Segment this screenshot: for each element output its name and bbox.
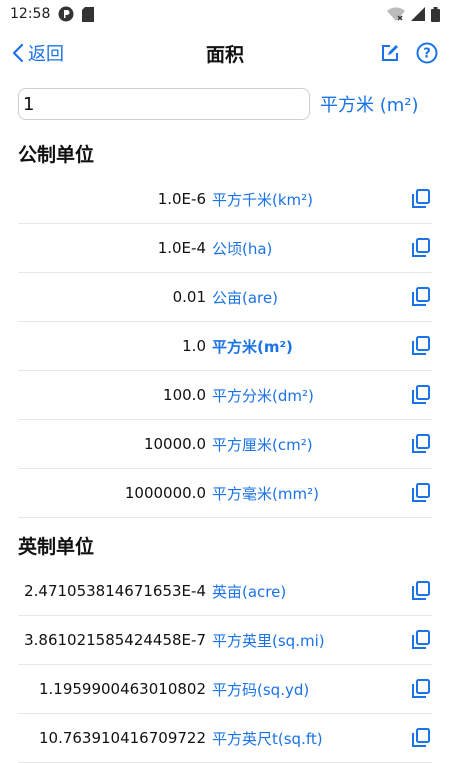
table-row: 2.471053814671653E-4 英亩(acre) (18, 567, 432, 616)
value-input[interactable] (18, 88, 310, 120)
copy-icon[interactable] (410, 727, 432, 749)
row-value: 1.0E-6 (157, 190, 206, 208)
back-button[interactable]: 返回 (12, 40, 64, 66)
row-unit[interactable]: 平方厘米(cm²) (212, 434, 313, 455)
section-title-imperial: 英制单位 (18, 536, 95, 558)
row-unit[interactable]: 公顷(ha) (212, 238, 272, 259)
copy-icon[interactable] (410, 433, 432, 455)
row-value: 3.861021585424458E-7 (24, 631, 206, 649)
app-header: 返回 面积 ? (0, 28, 450, 78)
input-row: 平方米 (m²) (0, 78, 450, 126)
metric-unit-list: 1.0E-6 平方千米(km²) 1.0E-4 公顷(ha) 0.01 公亩(a… (18, 175, 432, 518)
table-row: 3.861021585424458E-7 平方英里(sq.mi) (18, 616, 432, 665)
copy-icon[interactable] (410, 629, 432, 651)
copy-icon[interactable] (410, 286, 432, 308)
row-unit[interactable]: 平方英尺t(sq.ft) (212, 728, 323, 749)
chevron-left-icon (12, 43, 24, 63)
row-value: 1.0 (182, 337, 206, 355)
row-unit[interactable]: 英亩(acre) (212, 581, 286, 602)
table-row: 1.1959900463010802 平方码(sq.yd) (18, 665, 432, 714)
table-row: 1.0E-6 平方千米(km²) (18, 175, 432, 224)
table-row: 1000000.0 平方毫米(mm²) (18, 469, 432, 518)
row-value: 1000000.0 (124, 484, 206, 502)
row-value: 10.763910416709722 (38, 729, 206, 747)
svg-text:?: ? (423, 47, 431, 62)
row-value: 2.471053814671653E-4 (24, 582, 206, 600)
row-unit[interactable]: 平方英里(sq.mi) (212, 630, 325, 651)
battery-icon (431, 6, 440, 22)
imperial-unit-list: 2.471053814671653E-4 英亩(acre) 3.86102158… (18, 567, 432, 763)
copy-icon[interactable] (410, 580, 432, 602)
status-bar: 12:58 (0, 0, 450, 28)
wifi-off-icon (387, 7, 405, 21)
copy-icon[interactable] (410, 384, 432, 406)
row-unit[interactable]: 平方码(sq.yd) (212, 679, 309, 700)
table-row: 10.763910416709722 平方英尺t(sq.ft) (18, 714, 432, 763)
table-row: 0.01 公亩(are) (18, 273, 432, 322)
table-row-current: 1.0 平方米(m²) (18, 322, 432, 371)
copy-icon[interactable] (410, 237, 432, 259)
row-value: 0.01 (172, 288, 206, 306)
row-unit[interactable]: 平方分米(dm²) (212, 385, 314, 406)
row-unit[interactable]: 平方米(m²) (212, 336, 293, 357)
input-unit-label[interactable]: 平方米 (m²) (320, 91, 419, 117)
row-value: 1.1959900463010802 (38, 680, 206, 698)
copy-icon[interactable] (410, 678, 432, 700)
row-unit[interactable]: 平方毫米(mm²) (212, 483, 319, 504)
copy-icon[interactable] (410, 482, 432, 504)
row-value: 1.0E-4 (157, 239, 206, 257)
edit-icon[interactable] (380, 43, 400, 63)
help-icon[interactable]: ? (416, 42, 438, 64)
table-row: 10000.0 平方厘米(cm²) (18, 420, 432, 469)
row-unit[interactable]: 平方千米(km²) (212, 189, 313, 210)
row-value: 100.0 (163, 386, 206, 404)
sd-card-icon (82, 6, 95, 22)
table-row: 100.0 平方分米(dm²) (18, 371, 432, 420)
back-label: 返回 (28, 44, 64, 65)
copy-icon[interactable] (410, 188, 432, 210)
table-row: 1.0E-4 公顷(ha) (18, 224, 432, 273)
section-title-metric: 公制单位 (18, 144, 95, 166)
row-value: 10000.0 (143, 435, 206, 453)
copy-icon[interactable] (410, 335, 432, 357)
signal-icon (411, 7, 425, 21)
app-notification-icon (58, 6, 74, 22)
status-time: 12:58 (10, 6, 51, 22)
row-unit[interactable]: 公亩(are) (212, 287, 278, 308)
